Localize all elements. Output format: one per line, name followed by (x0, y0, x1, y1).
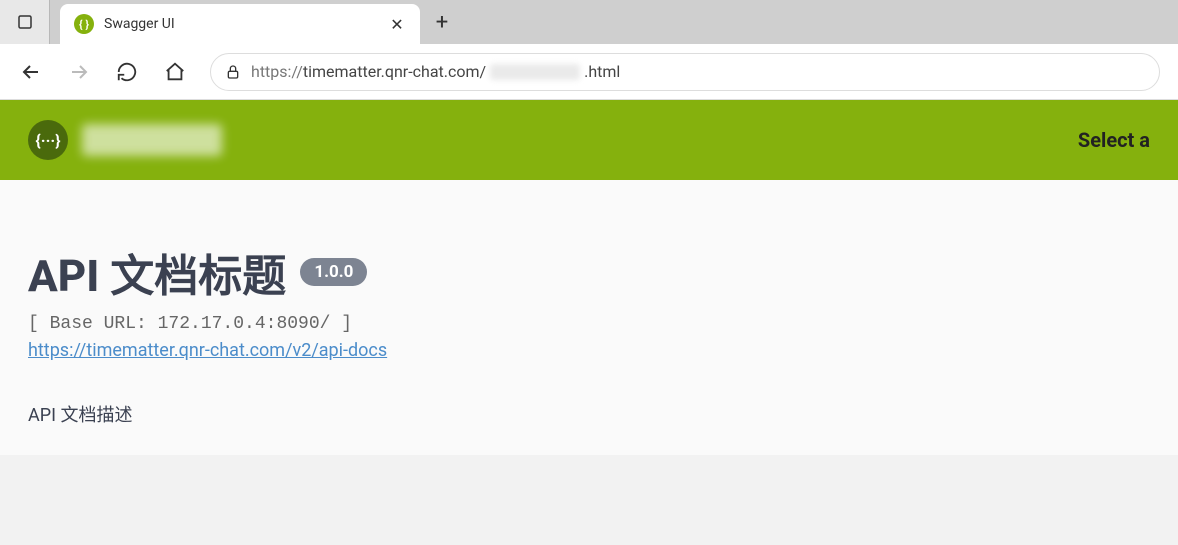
swagger-topbar: {···} Select a (0, 100, 1178, 180)
tabs-icon (16, 13, 34, 31)
back-button[interactable] (18, 59, 44, 85)
swagger-favicon-icon: { } (74, 14, 94, 34)
tab-spacer (50, 0, 60, 44)
browser-toolbar: https://timematter.qnr-chat.com/ .html (0, 44, 1178, 100)
api-base-url: [ Base URL: 172.17.0.4:8090/ ] (28, 314, 1150, 334)
refresh-icon (116, 61, 138, 83)
url-suffix: .html (584, 62, 620, 81)
api-title-row: API 文档标题 1.0.0 (28, 240, 1150, 304)
url-host: timematter.qnr-chat.com/ (303, 62, 486, 81)
select-spec-label[interactable]: Select a (1078, 128, 1150, 152)
home-icon (164, 61, 186, 83)
address-text: https://timematter.qnr-chat.com/ .html (251, 62, 1145, 81)
url-scheme: https:// (251, 62, 303, 81)
arrow-left-icon (19, 60, 43, 84)
swagger-logo-icon: {···} (28, 120, 68, 160)
swagger-logo-text-obscured (82, 124, 222, 156)
home-button[interactable] (162, 59, 188, 85)
new-tab-button[interactable]: + (420, 0, 464, 44)
api-docs-link[interactable]: https://timematter.qnr-chat.com/v2/api-d… (28, 340, 387, 361)
api-title: API 文档标题 (28, 240, 286, 304)
api-version-badge: 1.0.0 (300, 258, 367, 286)
address-bar[interactable]: https://timematter.qnr-chat.com/ .html (210, 53, 1160, 91)
api-description: API 文档描述 (28, 401, 1150, 427)
forward-button[interactable] (66, 59, 92, 85)
tab-close-button[interactable]: ✕ (388, 15, 406, 33)
swagger-logo-wrap: {···} (28, 120, 222, 160)
arrow-right-icon (67, 60, 91, 84)
url-obscured-segment (490, 64, 580, 80)
lock-icon (225, 64, 241, 80)
tab-overview-button[interactable] (0, 0, 50, 44)
swagger-content: API 文档标题 1.0.0 [ Base URL: 172.17.0.4:80… (0, 180, 1178, 455)
refresh-button[interactable] (114, 59, 140, 85)
browser-tab-bar: { } Swagger UI ✕ + (0, 0, 1178, 44)
browser-tab-active[interactable]: { } Swagger UI ✕ (60, 4, 420, 44)
tab-title: Swagger UI (104, 16, 378, 32)
